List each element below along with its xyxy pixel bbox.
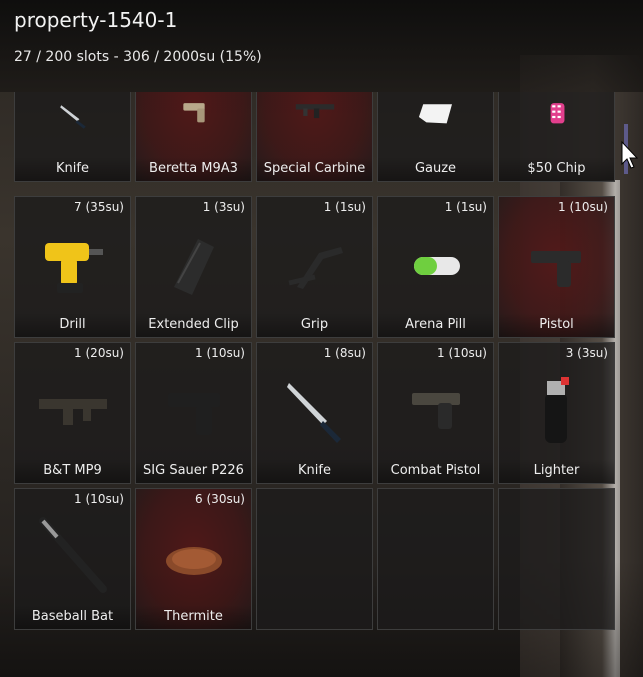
slot-label: Special Carbine bbox=[257, 157, 372, 181]
inventory-slot[interactable]: 1 (10su) Baseball Bat bbox=[14, 488, 131, 630]
inventory-slot-empty[interactable] bbox=[256, 488, 373, 630]
bat-icon bbox=[39, 517, 107, 593]
drill-icon bbox=[45, 243, 103, 293]
slot-label: SIG Sauer P226 bbox=[136, 459, 251, 483]
slot-label: Beretta M9A3 bbox=[136, 157, 251, 181]
inventory-slot[interactable]: Special Carbine bbox=[256, 92, 373, 182]
slot-count: 6 (30su) bbox=[195, 492, 245, 506]
slot-label: Baseball Bat bbox=[15, 605, 130, 629]
slot-count: 7 (35su) bbox=[74, 200, 124, 214]
inventory-slot[interactable]: Gauze bbox=[377, 92, 494, 182]
grip-icon bbox=[288, 247, 343, 289]
slot-label: Gauze bbox=[378, 157, 493, 181]
slot-label: Knife bbox=[257, 459, 372, 483]
inventory-capacity: 27 / 200 slots - 306 / 2000su (15%) bbox=[14, 49, 262, 65]
inventory-slot[interactable]: $50 Chip bbox=[498, 92, 615, 182]
slot-count: 1 (1su) bbox=[323, 200, 366, 214]
slot-count: 1 (1su) bbox=[444, 200, 487, 214]
pistol-icon bbox=[412, 393, 460, 429]
inventory-slot[interactable]: 1 (10su) Pistol bbox=[498, 196, 615, 338]
inventory-slot[interactable]: 1 (10su) SIG Sauer P226 bbox=[135, 342, 252, 484]
slot-count: 1 (10su) bbox=[195, 346, 245, 360]
slot-label: Grip bbox=[257, 313, 372, 337]
pistol-icon bbox=[531, 251, 581, 287]
inventory-slot[interactable]: 1 (1su) Grip bbox=[256, 196, 373, 338]
slot-label: Pistol bbox=[499, 313, 614, 337]
slot-count: 1 (10su) bbox=[437, 346, 487, 360]
inventory-slot[interactable]: 1 (8su) Knife bbox=[256, 342, 373, 484]
inventory-title: property-1540-1 bbox=[14, 8, 178, 32]
mouse-cursor-icon bbox=[621, 140, 639, 169]
inventory-slot[interactable]: 1 (3su) Extended Clip bbox=[135, 196, 252, 338]
inventory-slot[interactable]: 7 (35su) Drill bbox=[14, 196, 131, 338]
magazine-icon bbox=[174, 239, 214, 295]
inventory-grid: Knife Beretta M9A3 Special Carbine Gauze… bbox=[14, 92, 617, 632]
slot-label: Combat Pistol bbox=[378, 459, 493, 483]
slot-count: 1 (20su) bbox=[74, 346, 124, 360]
slot-label: B&T MP9 bbox=[15, 459, 130, 483]
slot-label: Knife bbox=[15, 157, 130, 181]
inventory-slot[interactable]: 1 (20su) B&T MP9 bbox=[14, 342, 131, 484]
knife-icon bbox=[60, 105, 86, 129]
slot-label: Extended Clip bbox=[136, 313, 251, 337]
inventory-slot[interactable]: 3 (3su) Lighter bbox=[498, 342, 615, 484]
knife-icon bbox=[287, 383, 341, 443]
slot-label: Lighter bbox=[499, 459, 614, 483]
thermite-icon bbox=[166, 547, 222, 575]
pistol-icon bbox=[168, 393, 220, 435]
lighter-icon bbox=[545, 377, 569, 443]
inventory-slot-empty[interactable] bbox=[498, 488, 615, 630]
inventory-slot-empty[interactable] bbox=[377, 488, 494, 630]
slot-count: 1 (10su) bbox=[74, 492, 124, 506]
slot-count: 1 (3su) bbox=[202, 200, 245, 214]
slot-label: Arena Pill bbox=[378, 313, 493, 337]
inventory-slot[interactable]: 1 (10su) Combat Pistol bbox=[377, 342, 494, 484]
inventory-header: property-1540-1 27 / 200 slots - 306 / 2… bbox=[0, 0, 643, 92]
inventory-slot[interactable]: 1 (1su) Arena Pill bbox=[377, 196, 494, 338]
slot-count: 1 (8su) bbox=[323, 346, 366, 360]
chip-icon bbox=[550, 103, 565, 124]
rifle-icon bbox=[295, 104, 335, 119]
inventory-slot[interactable]: 6 (30su) Thermite bbox=[135, 488, 252, 630]
slot-label: Drill bbox=[15, 313, 130, 337]
pill-icon bbox=[414, 257, 460, 275]
slot-label: Thermite bbox=[136, 605, 251, 629]
inventory-slot[interactable]: Knife bbox=[14, 92, 131, 182]
slot-label: $50 Chip bbox=[499, 157, 614, 181]
pistol-icon bbox=[183, 103, 205, 123]
slot-count: 1 (10su) bbox=[558, 200, 608, 214]
slot-count: 3 (3su) bbox=[565, 346, 608, 360]
gauze-icon bbox=[418, 104, 452, 124]
smg-icon bbox=[39, 399, 107, 425]
inventory-slot[interactable]: Beretta M9A3 bbox=[135, 92, 252, 182]
